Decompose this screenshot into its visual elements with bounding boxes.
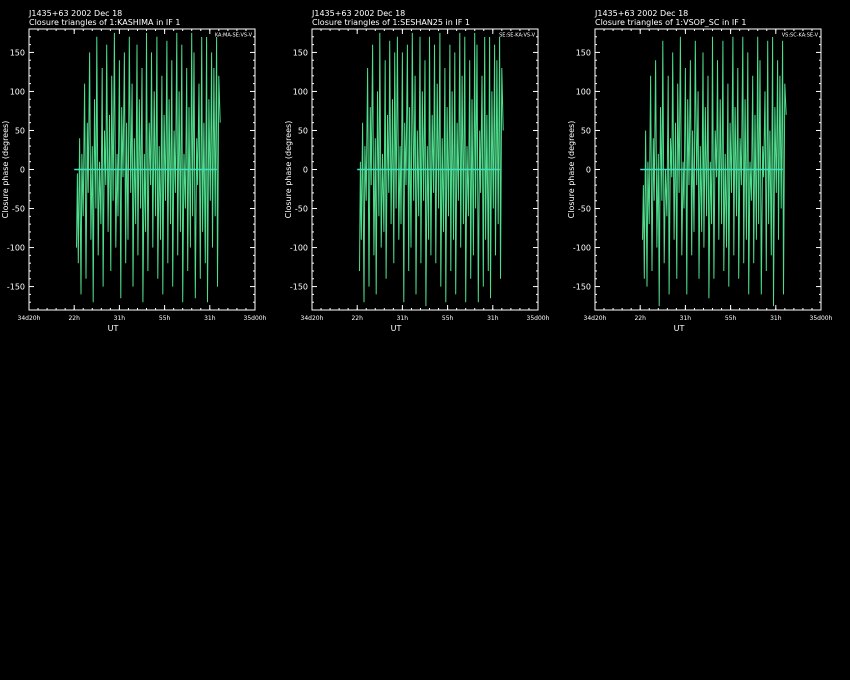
y-tick-label: 50	[298, 126, 308, 135]
y-tick-label: -150	[290, 283, 308, 292]
legend-tag: SE:SE-KA:VS-V	[499, 33, 535, 39]
closure-phase-figure: J1435+63 2002 Dec 18Closure triangles of…	[1, 9, 833, 333]
x-axis-label: UT	[108, 324, 119, 333]
y-tick-label: -150	[573, 283, 591, 292]
x-tick-label: 22h	[351, 315, 363, 322]
y-tick-label: -100	[290, 244, 308, 253]
x-tick-label: 34d20h	[301, 315, 324, 322]
x-tick-label: 34d20h	[584, 315, 607, 322]
x-tick-label: 35d00h	[244, 315, 267, 322]
x-axis-label: UT	[674, 324, 685, 333]
x-tick-label: 35d00h	[810, 315, 833, 322]
y-tick-label: -100	[7, 244, 25, 253]
x-tick-label: 31h	[204, 315, 216, 322]
y-tick-label: 50	[15, 126, 25, 135]
y-tick-label: 100	[293, 87, 308, 96]
y-tick-label: 0	[586, 166, 591, 175]
y-tick-label: -150	[7, 283, 25, 292]
y-tick-label: 50	[581, 126, 591, 135]
y-tick-label: 150	[10, 48, 25, 57]
y-tick-label: -50	[12, 205, 25, 214]
x-tick-label: 22h	[634, 315, 646, 322]
x-tick-label: 31h	[770, 315, 782, 322]
chart-title: J1435+63 2002 Dec 18	[594, 9, 688, 18]
x-tick-label: 55h	[159, 315, 171, 322]
x-tick-label: 55h	[725, 315, 737, 322]
closure-phase-series	[76, 32, 221, 303]
chart-subtitle: Closure triangles of 1:KASHIMA in IF 1	[29, 18, 181, 27]
chart-panel-2: J1435+63 2002 Dec 18Closure triangles of…	[284, 9, 550, 333]
y-tick-label: 100	[10, 87, 25, 96]
y-tick-label: -50	[578, 205, 591, 214]
y-tick-label: 150	[293, 48, 308, 57]
y-tick-label: 0	[20, 166, 25, 175]
x-tick-label: 31h	[487, 315, 499, 322]
chart-title: J1435+63 2002 Dec 18	[28, 9, 122, 18]
chart-title: J1435+63 2002 Dec 18	[311, 9, 405, 18]
legend-tag: VS:SC-KA:SE-V	[782, 33, 819, 39]
chart-subtitle: Closure triangles of 1:VSOP_SC in IF 1	[595, 18, 746, 27]
chart-subtitle: Closure triangles of 1:SESHAN25 in IF 1	[312, 18, 470, 27]
x-tick-label: 34d20h	[18, 315, 41, 322]
legend-tag: KA:MA-SE:VS-V	[215, 33, 253, 39]
y-axis-label: Closure phase (degrees)	[567, 121, 576, 219]
x-tick-label: 31h	[114, 315, 126, 322]
y-tick-label: 0	[303, 166, 308, 175]
x-tick-label: 55h	[442, 315, 454, 322]
y-tick-label: -100	[573, 244, 591, 253]
x-axis-label: UT	[391, 324, 402, 333]
y-tick-label: -50	[295, 205, 308, 214]
y-tick-label: 100	[576, 87, 591, 96]
closure-phase-series	[642, 36, 787, 307]
x-tick-label: 35d00h	[527, 315, 550, 322]
chart-panel-3: J1435+63 2002 Dec 18Closure triangles of…	[567, 9, 833, 333]
x-tick-label: 31h	[397, 315, 409, 322]
y-axis-label: Closure phase (degrees)	[284, 121, 293, 219]
chart-panel-1: J1435+63 2002 Dec 18Closure triangles of…	[1, 9, 267, 333]
y-tick-label: 150	[576, 48, 591, 57]
y-axis-label: Closure phase (degrees)	[1, 121, 10, 219]
x-tick-label: 22h	[68, 315, 80, 322]
x-tick-label: 31h	[680, 315, 692, 322]
